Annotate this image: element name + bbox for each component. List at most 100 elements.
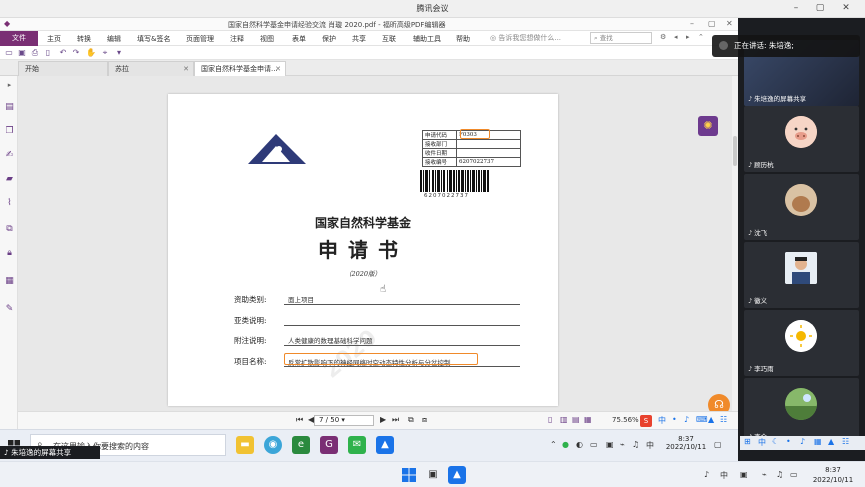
tab-sula-pdf[interactable]: 苏拉2021,05030201.pdf✕ bbox=[108, 61, 194, 87]
ime-menu-icon[interactable]: ☷ bbox=[720, 415, 727, 424]
menu-page-manage[interactable]: 页面管理 bbox=[186, 34, 214, 44]
maximize-icon[interactable]: ▢ bbox=[812, 2, 828, 15]
windows-start-icon[interactable] bbox=[402, 468, 416, 482]
two-page-view-icon[interactable]: ▥ bbox=[560, 415, 568, 424]
ime-grid-icon[interactable]: ☷ bbox=[842, 437, 849, 446]
participant-tile[interactable]: ♪ 李巧雨 bbox=[744, 310, 859, 376]
nav-back-icon[interactable]: ◂ bbox=[674, 33, 678, 41]
fit-page-icon[interactable]: ⧈ bbox=[422, 415, 427, 425]
close-icon[interactable]: ✕ bbox=[838, 2, 854, 15]
menu-convert[interactable]: 转换 bbox=[77, 34, 91, 44]
menu-form[interactable]: 表单 bbox=[292, 34, 306, 44]
form-fields-icon[interactable]: ▦ bbox=[4, 276, 15, 287]
participant-tile[interactable]: ♪ 沈飞 bbox=[744, 174, 859, 240]
collapse-arrow-icon[interactable]: ▸ bbox=[4, 80, 15, 91]
open-folder-icon[interactable]: ▭ bbox=[4, 48, 14, 58]
minimize-icon[interactable]: – bbox=[788, 2, 804, 15]
pdf-minimize-icon[interactable]: – bbox=[690, 19, 694, 28]
tray-chevron-icon[interactable]: ⌃ bbox=[550, 440, 557, 449]
print-icon[interactable]: ⎙ bbox=[30, 48, 40, 58]
file-explorer-icon[interactable]: ▬ bbox=[236, 436, 254, 454]
customize-dropdown-icon[interactable]: ▾ bbox=[114, 48, 124, 58]
edge-icon[interactable]: e bbox=[292, 436, 310, 454]
hand-tool-icon[interactable]: ✋ bbox=[86, 48, 96, 58]
ime-mic-icon[interactable]: ♪ bbox=[684, 415, 689, 424]
menu-home[interactable]: 主页 bbox=[47, 34, 61, 44]
document-viewport[interactable]: 申请代码 F0303 接收部门 收件日期 接收编号 6207022737 620… bbox=[18, 76, 738, 416]
rotate-icon[interactable]: ⧉ bbox=[408, 415, 414, 425]
menu-fill-sign[interactable]: 填写&签名 bbox=[137, 34, 170, 44]
comment-icon[interactable]: ▰ bbox=[4, 174, 15, 185]
search-input[interactable]: ⌕ 查找 bbox=[590, 32, 652, 44]
first-page-icon[interactable]: ⏮ bbox=[296, 415, 303, 425]
select-tool-icon[interactable]: ⌖ bbox=[100, 48, 110, 58]
menu-view[interactable]: 视图 bbox=[260, 34, 274, 44]
menu-connect[interactable]: 互联 bbox=[382, 34, 396, 44]
screen-share-indicator[interactable]: ♪ 朱培逸的屏幕共享 bbox=[0, 446, 100, 459]
ime-shirt-icon[interactable]: ▲ bbox=[828, 437, 834, 446]
signature-icon[interactable]: ✍ bbox=[4, 150, 15, 161]
ime-keyboard-icon[interactable]: ⌨ bbox=[696, 415, 708, 424]
wechat-icon[interactable]: ✉ bbox=[348, 436, 366, 454]
menu-comment[interactable]: 注释 bbox=[230, 34, 244, 44]
thumbnail-icon[interactable]: ▤ bbox=[4, 102, 15, 113]
continuous-view-icon[interactable]: ▤ bbox=[572, 415, 580, 424]
menu-edit[interactable]: 编辑 bbox=[107, 34, 121, 44]
menu-protect[interactable]: 保护 bbox=[322, 34, 336, 44]
tips-bulb-icon[interactable]: ✺ bbox=[698, 116, 718, 136]
menu-accessibility[interactable]: 辅助工具 bbox=[413, 34, 441, 44]
scrollbar-thumb[interactable] bbox=[733, 136, 737, 166]
participant-tile[interactable]: ♪ 徽义 bbox=[744, 242, 859, 308]
sogou-ime-icon[interactable]: S bbox=[640, 415, 652, 427]
tray-battery-icon[interactable]: ▭ bbox=[590, 440, 598, 449]
ime-chinese-icon[interactable]: 中 bbox=[658, 415, 666, 426]
expand-icon[interactable]: ⌃ bbox=[698, 33, 704, 41]
host-volume-icon[interactable]: ♫ bbox=[776, 470, 783, 479]
ime-keyboard-icon[interactable]: ⊞ bbox=[744, 437, 751, 446]
host-battery-icon[interactable]: ▭ bbox=[790, 470, 798, 479]
menu-share[interactable]: 共享 bbox=[352, 34, 366, 44]
facing-view-icon[interactable]: ▦ bbox=[584, 415, 592, 424]
foxit-app-icon[interactable]: G bbox=[320, 436, 338, 454]
tencent-meeting-icon[interactable]: ▲ bbox=[448, 466, 466, 484]
ime-chinese-icon[interactable]: 中 bbox=[758, 437, 766, 448]
pdf-page[interactable]: 申请代码 F0303 接收部门 收件日期 接收编号 6207022737 620… bbox=[168, 94, 558, 406]
file-tab[interactable]: 文件 bbox=[0, 31, 38, 46]
tencent-meeting-icon[interactable]: ▲ bbox=[376, 436, 394, 454]
layers-icon[interactable]: ⧉ bbox=[4, 224, 15, 235]
host-clock[interactable]: 8:37 2022/10/11 bbox=[808, 465, 858, 485]
tray-ime-label[interactable]: 中 bbox=[646, 440, 654, 451]
ime-moon-icon[interactable]: ☾ bbox=[772, 437, 779, 446]
next-page-icon[interactable]: ▶ bbox=[380, 415, 386, 424]
zoom-level[interactable]: 75.56% bbox=[612, 416, 639, 424]
single-page-view-icon[interactable]: ▯ bbox=[548, 415, 552, 424]
ime-mic-icon[interactable]: ♪ bbox=[800, 437, 805, 446]
participant-tile[interactable]: ♪李介 bbox=[744, 378, 859, 444]
fill-sign-icon[interactable]: ✎ bbox=[4, 304, 15, 315]
undo-icon[interactable]: ↶ bbox=[58, 48, 68, 58]
host-tray-icon[interactable]: ▣ bbox=[740, 470, 748, 479]
tray-network-icon[interactable]: ⌁ bbox=[620, 440, 625, 449]
tab-close-icon[interactable]: ✕ bbox=[275, 62, 281, 76]
shared-clock[interactable]: 8:37 2022/10/11 bbox=[664, 435, 708, 451]
ime-table-icon[interactable]: ▦ bbox=[814, 437, 822, 446]
tell-me-box[interactable]: ◎ 告诉我您想做什么... bbox=[490, 33, 561, 43]
last-page-icon[interactable]: ⏭ bbox=[392, 415, 399, 425]
pdf-close-icon[interactable]: ✕ bbox=[726, 19, 733, 28]
ime-skin-icon[interactable]: ▲ bbox=[708, 415, 714, 424]
settings-icon[interactable]: ⚙ bbox=[660, 33, 666, 41]
tab-start[interactable]: 开始 bbox=[18, 61, 108, 76]
nav-forward-icon[interactable]: ▸ bbox=[686, 33, 690, 41]
pdf-maximize-icon[interactable]: ▢ bbox=[708, 19, 716, 28]
attachment-icon[interactable]: ⌇ bbox=[4, 198, 15, 209]
tray-qq-icon[interactable]: ◐ bbox=[576, 440, 583, 449]
save-icon[interactable]: ▣ bbox=[17, 48, 27, 58]
browser-icon[interactable]: ◉ bbox=[264, 436, 282, 454]
ime-punct-icon[interactable]: • bbox=[672, 415, 677, 424]
security-lock-icon[interactable]: 🔒︎ bbox=[4, 248, 15, 259]
participant-tile[interactable]: ♪ 顾历杭 bbox=[744, 106, 859, 172]
pages-icon[interactable]: ❐ bbox=[4, 126, 15, 137]
host-wifi-icon[interactable]: ⌁ bbox=[762, 470, 767, 479]
tray-volume-icon[interactable]: ♫ bbox=[632, 440, 639, 449]
tray-wechat-icon[interactable]: ● bbox=[562, 440, 569, 449]
